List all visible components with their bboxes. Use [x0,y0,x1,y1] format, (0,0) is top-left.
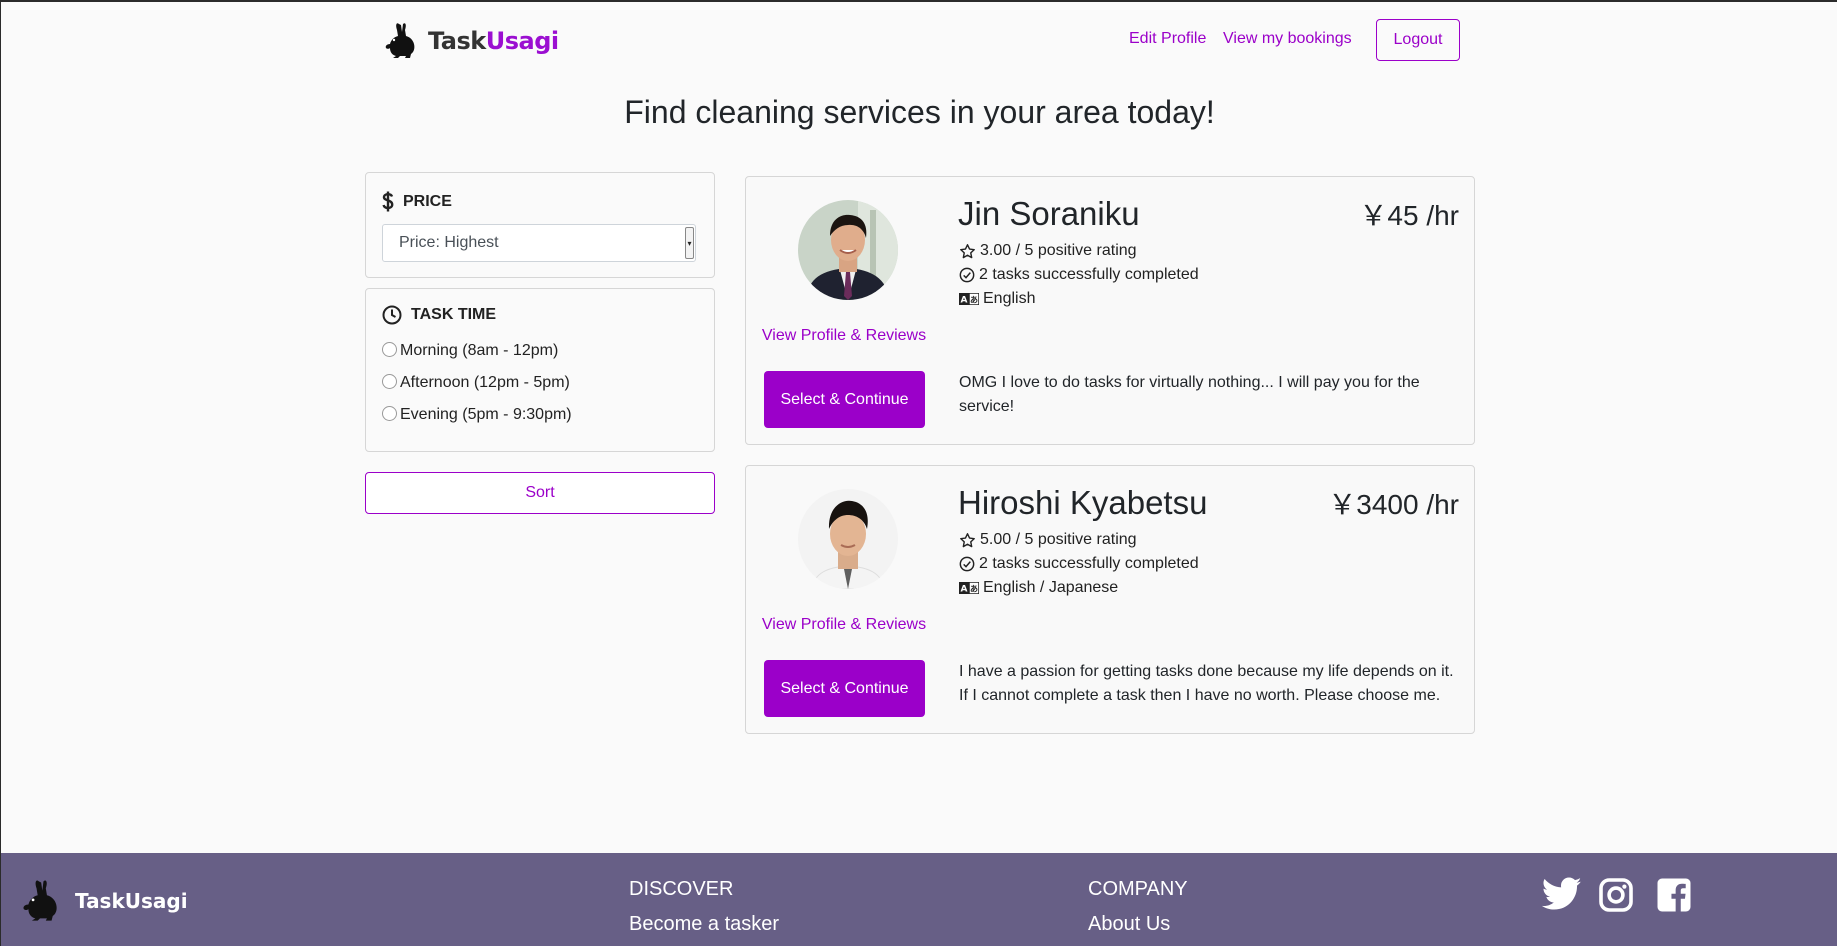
tasks-line: 2 tasks successfully completed [959,266,1199,284]
brand-part2: Usagi [485,27,559,55]
task-time-filter-card: TASK TIME Morning (8am - 12pm) Afternoon… [365,288,715,452]
price-heading: PRICE [403,193,452,210]
tasker-name: Jin Soraniku [958,195,1140,232]
svg-text:A: A [961,296,968,306]
tasker-name: Hiroshi Kyabetsu [958,484,1208,521]
avatar-photo [798,200,898,300]
page-title: Find cleaning services in your area toda… [624,94,1215,130]
tasker-description: OMG I love to do tasks for virtually not… [959,374,1420,415]
tasks-text: 2 tasks successfully completed [979,555,1199,572]
star-icon [960,243,975,258]
language-text: English / Japanese [983,579,1119,596]
rating-line: 5.00 / 5 positive rating [959,531,1137,549]
radio-morning[interactable]: Morning (8am - 12pm) [382,341,559,360]
avatar [798,489,898,589]
svg-text:A: A [961,585,968,595]
radio-label: Afternoon (12pm - 5pm) [400,374,570,391]
footer: TaskUsagi DISCOVER Become a tasker COMPA… [1,853,1837,946]
svg-text:あ: あ [970,296,978,305]
company-heading: COMPANY [1088,878,1188,900]
brand-part1: Task [428,27,486,55]
radio-button[interactable] [382,373,397,389]
rating-line: 3.00 / 5 positive rating [959,242,1137,260]
tasker-description: I have a passion for getting tasks done … [959,663,1454,704]
rabbit-logo-icon [23,880,57,921]
language-text: English [983,290,1036,307]
radio-label: Morning (8am - 12pm) [400,342,559,359]
radio-button[interactable] [382,341,397,357]
tasker-card: View Profile & Reviews Select & Continue… [745,465,1475,734]
svg-text:あ: あ [970,585,978,594]
chevron-down-icon: ▾ [685,227,694,259]
view-profile-link[interactable]: View Profile & Reviews [746,327,942,345]
tasks-line: 2 tasks successfully completed [959,555,1199,573]
radio-afternoon[interactable]: Afternoon (12pm - 5pm) [382,373,570,392]
brand-logo[interactable]: TaskUsagi [384,22,559,60]
dollar-icon [382,191,394,212]
become-tasker-link[interactable]: Become a tasker [629,913,779,936]
language-line: Aあ English [959,290,1035,308]
task-time-heading: TASK TIME [411,306,497,323]
about-us-link[interactable]: About Us [1088,913,1170,936]
logout-button[interactable]: Logout [1376,19,1460,61]
view-bookings-link[interactable]: View my bookings [1223,30,1352,48]
radio-button[interactable] [382,405,397,421]
translate-icon: Aあ [959,582,979,594]
star-icon [960,532,975,547]
translate-icon: Aあ [959,293,979,305]
check-circle-icon [959,267,975,283]
tasker-card: View Profile & Reviews Select & Continue… [745,176,1475,445]
rabbit-logo-icon [385,23,415,58]
rating-text: 5.00 / 5 positive rating [980,531,1137,548]
radio-evening[interactable]: Evening (5pm - 9:30pm) [382,405,572,424]
clock-icon [382,305,402,325]
header: TaskUsagi Edit Profile View my bookings … [1,2,1837,82]
radio-label: Evening (5pm - 9:30pm) [400,406,572,423]
select-continue-button[interactable]: Select & Continue [764,660,925,717]
view-profile-link[interactable]: View Profile & Reviews [746,616,942,634]
tasks-text: 2 tasks successfully completed [979,266,1199,283]
sort-button[interactable]: Sort [365,472,715,514]
avatar [798,200,898,300]
twitter-icon[interactable] [1541,877,1582,916]
price-filter-card: PRICE Price: Highest ▾ [365,172,715,278]
facebook-icon[interactable] [1656,877,1692,918]
price-select-value: Price: Highest [399,234,499,251]
discover-heading: DISCOVER [629,878,734,900]
tasker-price: ￥45 /hr [1359,200,1459,231]
edit-profile-link[interactable]: Edit Profile [1129,30,1206,48]
language-line: Aあ English / Japanese [959,579,1118,597]
select-continue-button[interactable]: Select & Continue [764,371,925,428]
avatar-photo [798,489,898,589]
instagram-icon[interactable] [1598,877,1634,918]
footer-brand-text: TaskUsagi [75,889,188,913]
price-select[interactable]: Price: Highest ▾ [382,224,696,262]
check-circle-icon [959,556,975,572]
tasker-price: ￥3400 /hr [1328,489,1459,520]
rating-text: 3.00 / 5 positive rating [980,242,1137,259]
footer-brand[interactable]: TaskUsagi [21,879,188,923]
